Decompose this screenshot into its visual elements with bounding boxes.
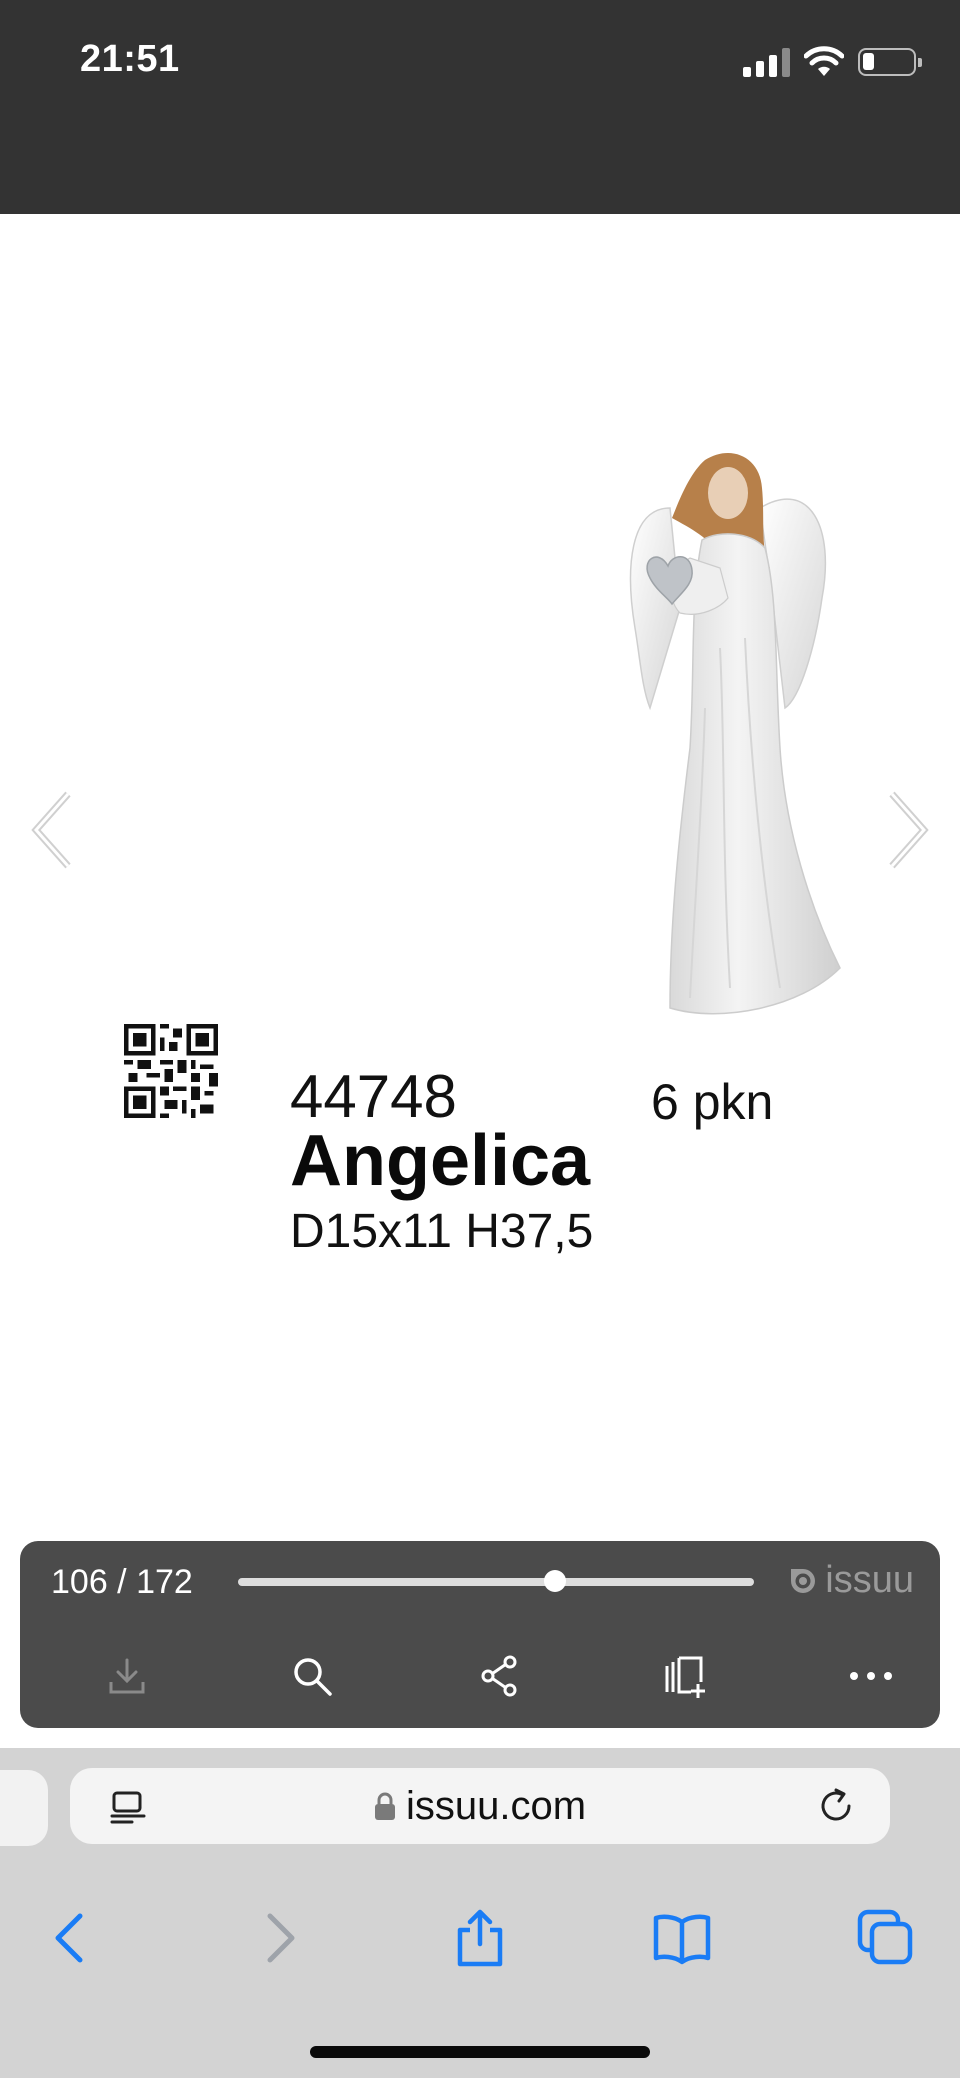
status-bar: 21:51	[0, 0, 960, 214]
address-bar[interactable]: issuu.com	[70, 1768, 890, 1844]
reload-icon[interactable]	[816, 1786, 856, 1826]
bookmarks-button[interactable]	[652, 1908, 712, 1968]
search-icon	[294, 1658, 332, 1696]
browser-toolbar: issuu.com	[0, 1748, 960, 2078]
share-sheet-button[interactable]	[450, 1908, 510, 1968]
lock-icon	[374, 1792, 395, 1820]
url-text: issuu.com	[405, 1783, 587, 1828]
url-field[interactable]: issuu.com	[70, 1768, 890, 1844]
tabs-button[interactable]	[856, 1908, 916, 1968]
add-to-stack-icon	[665, 1656, 705, 1698]
product-dimensions: D15x11 H37,5	[290, 1205, 594, 1258]
qr-code	[124, 1024, 218, 1118]
back-button[interactable]	[42, 1908, 102, 1968]
pack-quantity: 6 pkn	[651, 1074, 774, 1130]
download-button[interactable]	[92, 1641, 162, 1711]
reader-tools	[20, 1641, 940, 1711]
issuu-logo-text: issuu	[825, 1559, 914, 1601]
share-button[interactable]	[465, 1641, 535, 1711]
wifi-icon	[804, 46, 844, 76]
status-time: 21:51	[80, 38, 180, 80]
product-image	[629, 452, 841, 1015]
next-page-button[interactable]	[882, 790, 932, 870]
issuu-logo-icon	[791, 1568, 816, 1593]
page-slider-thumb[interactable]	[543, 1570, 566, 1592]
more-button[interactable]	[836, 1641, 906, 1711]
product-name: Angelica	[290, 1121, 591, 1201]
share-icon	[481, 1655, 517, 1697]
search-button[interactable]	[277, 1641, 347, 1711]
battery-icon	[858, 48, 922, 76]
previous-tab-preview[interactable]	[0, 1770, 48, 1846]
more-icon	[850, 1672, 892, 1680]
status-icons	[743, 44, 922, 80]
home-indicator	[310, 2046, 650, 2058]
page-counter: 106 / 172	[51, 1563, 193, 1601]
cellular-signal-icon	[743, 47, 790, 77]
add-to-stack-button[interactable]	[650, 1641, 720, 1711]
reader-toolbar: 106 / 172 issuu	[20, 1541, 940, 1728]
download-icon	[109, 1658, 145, 1694]
prev-page-button[interactable]	[28, 790, 78, 870]
forward-button[interactable]	[248, 1908, 308, 1968]
issuu-logo[interactable]: issuu	[787, 1559, 914, 1602]
page-slider[interactable]	[238, 1570, 754, 1592]
screen: 21:51 44748 6 pkn Angelica D15x11 H37,5 …	[0, 0, 960, 2078]
